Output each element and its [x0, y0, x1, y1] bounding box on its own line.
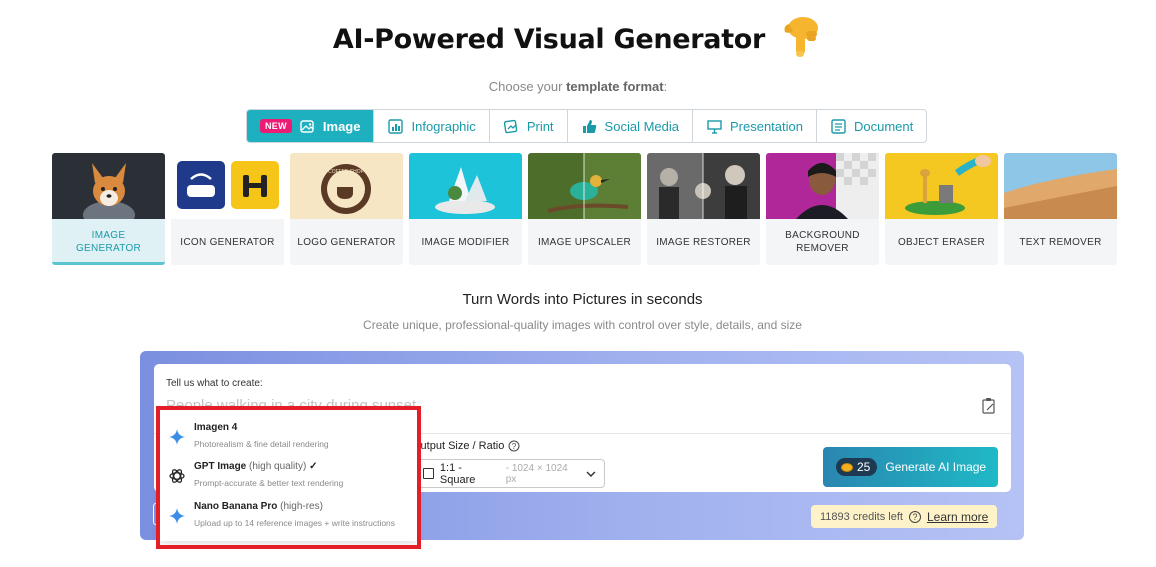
- tab-image[interactable]: NEW Image: [247, 110, 375, 142]
- learn-more-link[interactable]: Learn more: [927, 510, 988, 524]
- prompt-label: Tell us what to create:: [166, 378, 263, 389]
- family-photo-thumbnail: [647, 153, 760, 219]
- help-icon[interactable]: ?: [508, 440, 520, 452]
- tab-presentation[interactable]: Presentation: [693, 110, 817, 142]
- bird-thumbnail: [528, 153, 641, 219]
- output-size-label: Output Size / Ratio ?: [412, 440, 520, 452]
- tool-image-upscaler[interactable]: IMAGE UPSCALER: [528, 153, 641, 265]
- format-tabs: NEW Image Infographic Print Social Media…: [246, 109, 928, 143]
- tool-text-remover[interactable]: TEXT REMOVER: [1004, 153, 1117, 265]
- tab-social-media[interactable]: Social Media: [568, 110, 693, 142]
- tool-icon-generator[interactable]: ICON GENERATOR: [171, 153, 284, 265]
- presentation-icon: [707, 119, 722, 134]
- highlight-box: [156, 406, 421, 549]
- help-icon[interactable]: ?: [908, 510, 921, 523]
- page-title: AI-Powered Visual Generator: [332, 23, 766, 55]
- tab-print[interactable]: Print: [490, 110, 568, 142]
- tool-grid: IMAGE GENERATOR ICON GENERATOR COFFEE SH…: [52, 153, 1117, 265]
- tab-document[interactable]: Document: [817, 110, 926, 142]
- corgi-thumbnail: [52, 153, 165, 219]
- output-size-select[interactable]: 1:1 - Square - 1024 × 1024 px: [412, 459, 605, 488]
- coffee-logo-thumbnail: COFFEE SHOP: [290, 153, 403, 219]
- print-icon: [503, 119, 518, 133]
- page-header: AI-Powered Visual Generator: [0, 14, 1156, 64]
- credit-cost-badge: 25: [836, 458, 878, 476]
- size-dimensions: - 1024 × 1024 px: [505, 462, 568, 485]
- pointing-down-hand-icon: [784, 17, 819, 57]
- bowl-thumbnail: [409, 153, 522, 219]
- format-prompt: Choose your template format:: [488, 79, 668, 94]
- portrait-thumbnail: [766, 153, 879, 219]
- svg-text:COFFEE SHOP: COFFEE SHOP: [328, 169, 365, 175]
- tool-background-remover[interactable]: BACKGROUND REMOVER: [766, 153, 879, 265]
- new-badge: NEW: [260, 119, 292, 133]
- credits-bar: 11893 credits left ? Learn more: [811, 505, 998, 528]
- image-icon: [300, 119, 314, 133]
- document-icon: [831, 118, 846, 134]
- tool-image-restorer[interactable]: IMAGE RESTORER: [647, 153, 760, 265]
- chart-icon: [388, 118, 404, 134]
- generate-button[interactable]: 25 Generate AI Image: [823, 447, 998, 487]
- giraffe-thumbnail: [885, 153, 998, 219]
- tool-image-generator[interactable]: IMAGE GENERATOR: [52, 153, 165, 265]
- tab-infographic[interactable]: Infographic: [374, 110, 490, 142]
- clipboard-edit-icon[interactable]: [981, 397, 997, 415]
- coin-icon: [841, 462, 853, 472]
- thumbs-up-icon: [582, 119, 596, 133]
- icon-samples-thumbnail: [171, 153, 284, 219]
- tool-object-eraser[interactable]: OBJECT ERASER: [885, 153, 998, 265]
- tool-image-modifier[interactable]: IMAGE MODIFIER: [409, 153, 522, 265]
- svg-text:?: ?: [512, 442, 517, 451]
- section-subtitle: Create unique, professional-quality imag…: [363, 318, 802, 332]
- tool-logo-generator[interactable]: COFFEE SHOP LOGO GENERATOR: [290, 153, 403, 265]
- square-ratio-icon: [423, 468, 434, 479]
- section-title: Turn Words into Pictures in seconds: [462, 291, 703, 308]
- chevron-down-icon: [586, 471, 596, 477]
- desert-thumbnail: [1004, 153, 1117, 219]
